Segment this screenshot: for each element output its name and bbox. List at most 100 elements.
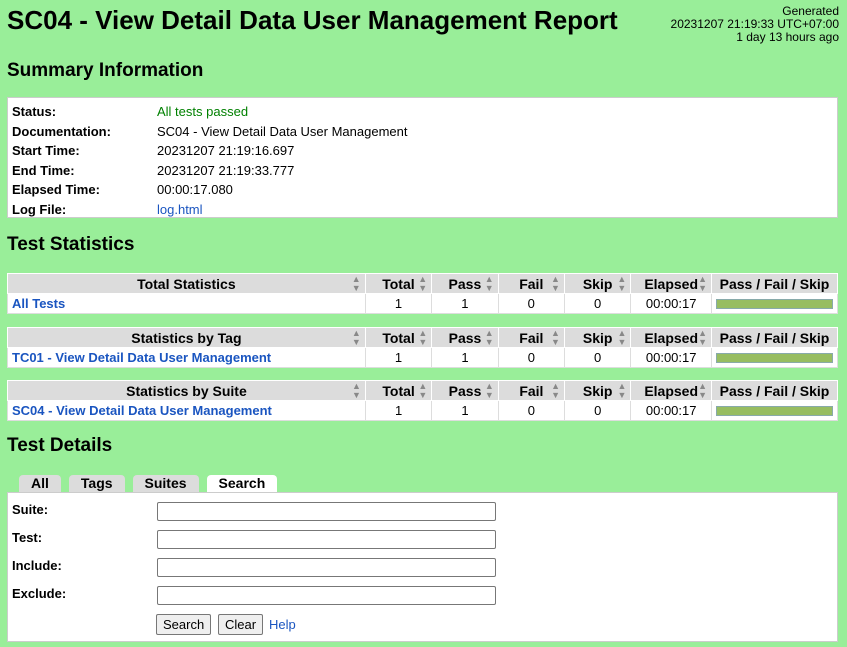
summary-heading: Summary Information [7,60,204,81]
graph-cell [711,293,838,314]
column-header-pass[interactable]: Pass ▲ ▼ [431,380,499,401]
sort-icon: ▲ ▼ [418,380,428,400]
pass-bar [716,298,833,309]
tag-statistics-table: Statistics by Tag ▲ ▼ Total ▲ ▼ Pass ▲ ▼ Fail ▲… [7,327,838,368]
sort-icon: ▲ ▼ [551,327,560,347]
total-cell: 1 [364,400,433,421]
fail-cell: 0 [497,293,565,314]
column-header-graph: Pass / Fail / Skip [711,273,838,294]
graph-cell [711,400,838,421]
sort-icon: ▲ ▼ [698,327,707,347]
summary-row-start-time: Start Time: 20231207 21:19:16.697 [8,141,837,161]
exclude-input[interactable] [157,586,496,605]
skip-cell: 0 [563,347,632,368]
sort-icon: ▲ ▼ [418,327,428,347]
summary-row-documentation: Documentation: SC04 - View Detail Data U… [8,122,837,142]
column-header-elapsed[interactable]: Elapsed ▲ ▼ [630,327,712,348]
test-input[interactable] [157,530,496,549]
tab-tags[interactable]: Tags [68,475,125,492]
pass-bar [716,352,833,363]
table-row: TC01 - View Detail Data User Management … [7,347,838,368]
suite-statistics-table: Statistics by Suite ▲ ▼ Total ▲ ▼ Pass ▲ ▼ Fai… [7,380,838,421]
details-tabs: All Tags Suites Search [19,475,278,493]
include-input[interactable] [157,558,496,577]
tab-search[interactable]: Search [206,475,278,493]
column-header-pass[interactable]: Pass ▲ ▼ [431,273,499,294]
generated-info: Generated 20231207 21:19:33 UTC+07:00 1 … [671,5,839,44]
table-row: SC04 - View Detail Data User Management … [7,400,838,421]
search-button[interactable]: Search [156,614,212,635]
column-header-graph: Pass / Fail / Skip [711,380,838,401]
log-file-link[interactable]: log.html [157,202,203,217]
fail-cell: 0 [497,400,566,421]
total-cell: 1 [364,347,433,368]
pass-bar [716,405,833,416]
column-header-skip[interactable]: Skip ▲ ▼ [563,380,632,401]
summary-row-end-time: End Time: 20231207 21:19:33.777 [8,161,837,181]
sort-icon: ▲ ▼ [617,273,627,293]
column-header-graph: Pass / Fail / Skip [711,327,838,348]
column-header-total[interactable]: Total ▲ ▼ [364,273,433,294]
tab-all[interactable]: All [19,475,61,492]
end-time-value: 20231207 21:19:33.777 [157,162,295,178]
test-label: Test: [12,530,43,545]
summary-label: Log File: [12,201,67,217]
column-header-name[interactable]: Statistics by Suite ▲ ▼ [7,380,366,401]
summary-panel: Status: All tests passed Documentation: … [7,97,838,218]
column-header-elapsed[interactable]: Elapsed ▲ ▼ [630,380,712,401]
column-header-skip[interactable]: Skip ▲ ▼ [563,273,632,294]
sort-icon: ▲ ▼ [698,273,707,293]
summary-row-elapsed-time: Elapsed Time: 00:00:17.080 [8,180,837,200]
summary-row-status: Status: All tests passed [8,102,837,122]
elapsed-time-value: 00:00:17.080 [157,182,233,198]
sort-icon: ▲ ▼ [617,380,627,400]
include-label: Include: [12,558,62,573]
table-row: All Tests 1 1 0 0 00:00:17 [7,293,838,314]
summary-label: Documentation: [12,123,111,139]
column-header-total[interactable]: Total ▲ ▼ [364,327,433,348]
sort-icon: ▲ ▼ [351,327,361,347]
sort-icon: ▲ ▼ [551,380,560,400]
column-header-fail[interactable]: Fail ▲ ▼ [497,380,566,401]
sort-icon: ▲ ▼ [484,327,494,347]
tab-suites[interactable]: Suites [132,475,199,492]
column-header-pass[interactable]: Pass ▲ ▼ [431,327,499,348]
summary-label: Status: [12,104,57,120]
total-statistics-table: Total Statistics ▲ ▼ Total ▲ ▼ Pass ▲ ▼ Fail ▲ ▼… [7,273,838,314]
tag-link[interactable]: TC01 - View Detail Data User Management [12,350,271,365]
clear-button[interactable]: Clear [218,614,264,635]
summary-row-log-file: Log File: log.html [8,200,837,220]
help-link[interactable]: Help [269,617,296,632]
column-header-skip[interactable]: Skip ▲ ▼ [563,327,632,348]
sort-icon: ▲ ▼ [484,273,494,293]
column-header-name[interactable]: Total Statistics ▲ ▼ [7,273,366,294]
elapsed-cell: 00:00:17 [630,293,712,314]
sort-icon: ▲ ▼ [617,327,627,347]
pass-cell: 1 [431,347,499,368]
total-cell: 1 [364,293,433,314]
skip-cell: 0 [563,400,632,421]
pass-cell: 1 [431,400,499,421]
column-header-fail[interactable]: Fail ▲ ▼ [497,273,565,294]
column-header-total[interactable]: Total ▲ ▼ [364,380,433,401]
elapsed-cell: 00:00:17 [630,347,712,368]
statistics-heading: Test Statistics [7,234,135,255]
details-heading: Test Details [7,435,113,456]
sort-icon: ▲ ▼ [418,273,428,293]
status-value: All tests passed [157,104,249,120]
graph-cell [711,347,838,368]
suite-input[interactable] [157,502,496,521]
column-header-elapsed[interactable]: Elapsed ▲ ▼ [630,273,712,294]
all-tests-link[interactable]: All Tests [12,296,65,311]
skip-cell: 0 [563,293,632,314]
elapsed-cell: 00:00:17 [630,400,712,421]
start-time-value: 20231207 21:19:16.697 [157,143,295,159]
column-header-fail[interactable]: Fail ▲ ▼ [497,327,565,348]
sort-icon: ▲ ▼ [698,380,707,400]
summary-label: Elapsed Time: [12,182,100,198]
sort-icon: ▲ ▼ [351,273,361,293]
column-header-name[interactable]: Statistics by Tag ▲ ▼ [7,327,366,348]
suite-link[interactable]: SC04 - View Detail Data User Management [12,403,272,418]
sort-icon: ▲ ▼ [351,380,361,400]
summary-label: End Time: [12,162,75,178]
